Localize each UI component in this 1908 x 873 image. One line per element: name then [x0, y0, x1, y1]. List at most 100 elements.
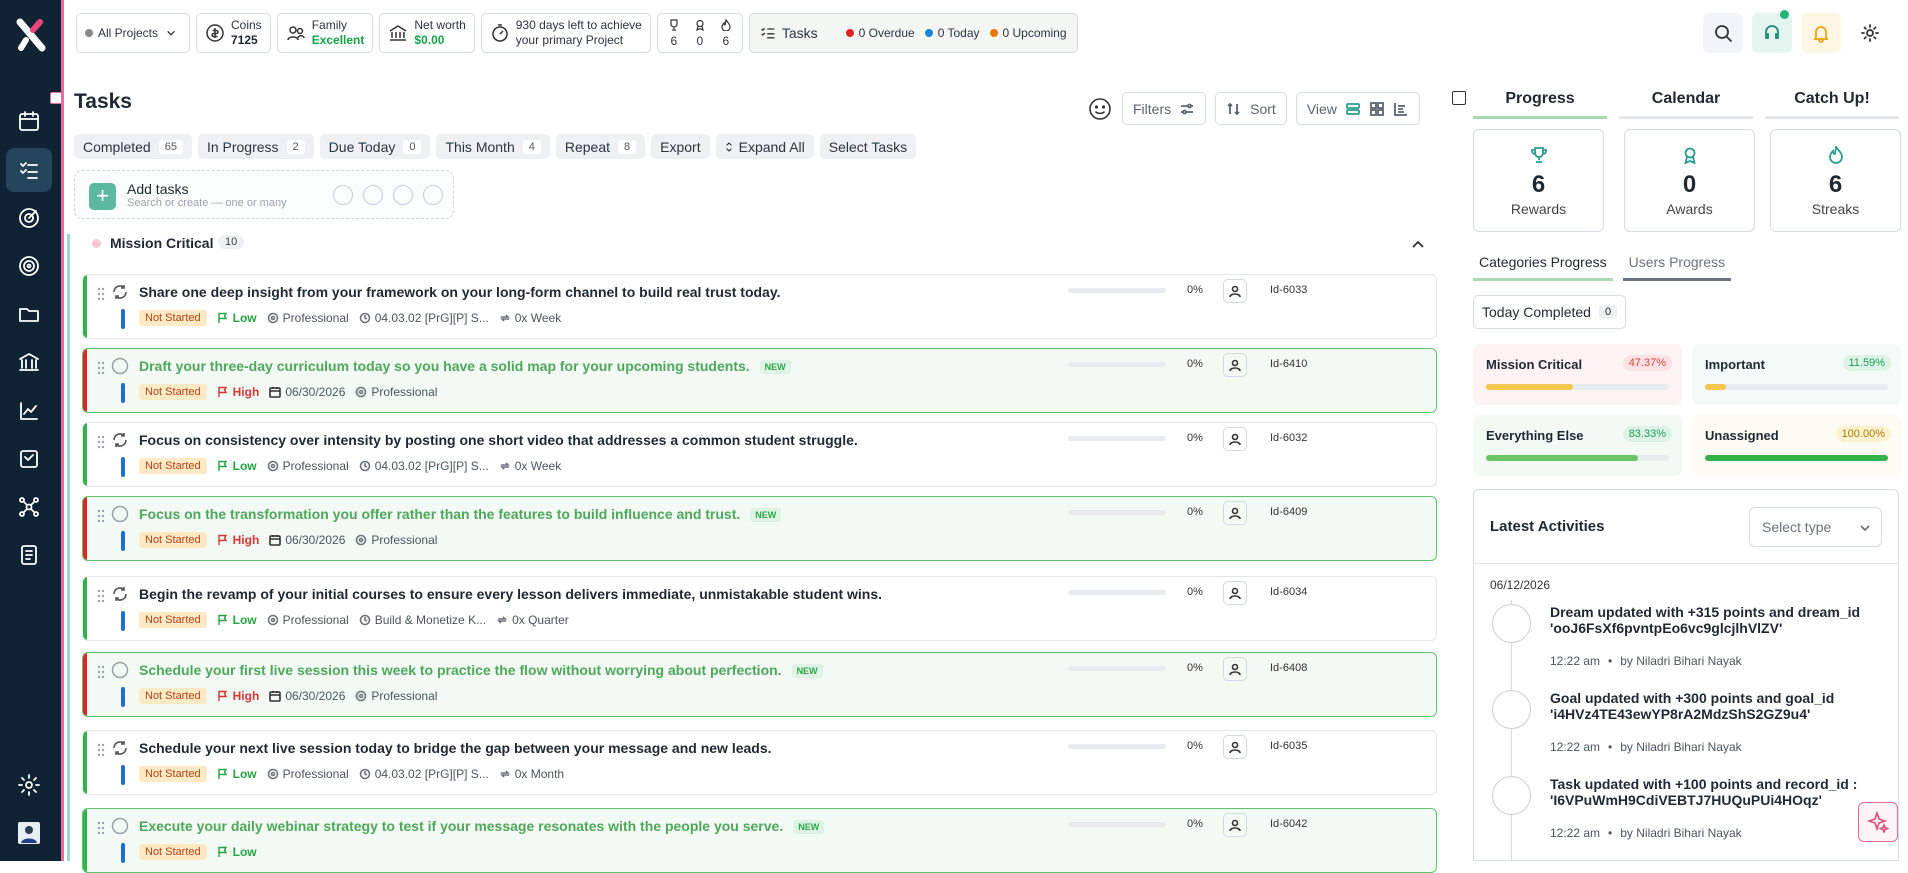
- add-task-box[interactable]: + Add tasks Search or create — one or ma…: [74, 170, 454, 219]
- assign-user-button[interactable]: [1223, 735, 1247, 759]
- activity-type-select[interactable]: Select type: [1749, 507, 1882, 547]
- ai-assistant-button[interactable]: [1858, 802, 1898, 842]
- status-badge[interactable]: Not Started: [139, 384, 207, 400]
- drag-handle-icon[interactable]: [97, 821, 105, 835]
- category-tag[interactable]: Professional: [267, 311, 349, 325]
- drag-handle-icon[interactable]: [97, 743, 105, 757]
- filters-button[interactable]: Filters: [1122, 92, 1207, 125]
- family-widget[interactable]: Family Excellent: [276, 13, 374, 53]
- task-title[interactable]: Execute your daily webinar strategy to t…: [139, 818, 825, 835]
- smiley-icon[interactable]: [1087, 96, 1113, 122]
- category-tag[interactable]: Professional: [267, 459, 349, 473]
- tab-progress[interactable]: Progress: [1473, 90, 1607, 119]
- category-tag[interactable]: Professional: [355, 533, 437, 547]
- priority-badge[interactable]: Low: [217, 845, 257, 859]
- status-badge[interactable]: Not Started: [139, 532, 207, 548]
- theme-toggle-button[interactable]: [1850, 13, 1890, 53]
- list-view-icon[interactable]: [1345, 101, 1361, 117]
- repeat-icon[interactable]: [111, 739, 129, 757]
- activity-text[interactable]: Dream updated with +315 points and dream…: [1550, 604, 1870, 636]
- task-title[interactable]: Schedule your first live session this we…: [139, 662, 823, 679]
- sidebar-collapse-toggle[interactable]: [50, 92, 62, 104]
- drag-handle-icon[interactable]: [97, 665, 105, 679]
- repeat-tag[interactable]: 0x Month: [499, 767, 564, 781]
- coins-widget[interactable]: Coins 7125: [196, 13, 271, 53]
- repeat-icon[interactable]: [111, 283, 129, 301]
- nav-analytics[interactable]: [6, 389, 52, 433]
- group-header[interactable]: Mission Critical 10: [92, 234, 1428, 262]
- assign-user-button[interactable]: [1223, 501, 1247, 525]
- category-card[interactable]: Mission Critical 47.37%: [1473, 344, 1682, 405]
- search-button[interactable]: [1703, 13, 1743, 53]
- priority-badge[interactable]: High: [217, 385, 259, 399]
- nav-network[interactable]: [6, 485, 52, 529]
- task-title[interactable]: Draft your three-day curriculum today so…: [139, 358, 791, 375]
- chip-completed[interactable]: Completed 65: [74, 134, 192, 159]
- chip-due-today[interactable]: Due Today 0: [319, 134, 431, 159]
- calendar-icon[interactable]: [333, 185, 353, 205]
- due-date[interactable]: 06/30/2026: [269, 385, 345, 399]
- expand-all-button[interactable]: Expand All: [715, 134, 814, 159]
- drag-handle-icon[interactable]: [97, 287, 105, 301]
- category-tag[interactable]: Professional: [267, 767, 349, 781]
- category-tag[interactable]: Professional: [355, 385, 437, 399]
- category-card[interactable]: Everything Else 83.33%: [1473, 415, 1682, 476]
- status-badge[interactable]: Not Started: [139, 612, 207, 628]
- awards-card[interactable]: 0 Awards: [1624, 129, 1755, 232]
- project-tag[interactable]: Build & Monetize K...: [359, 613, 486, 627]
- nav-folders[interactable]: [6, 292, 52, 336]
- notifications-button[interactable]: [1801, 13, 1841, 53]
- nav-settings[interactable]: [6, 763, 52, 807]
- category-card[interactable]: Unassigned 100.00%: [1692, 415, 1901, 476]
- clear-icon[interactable]: [423, 185, 443, 205]
- complete-circle-icon[interactable]: [111, 357, 129, 375]
- category-tag[interactable]: Professional: [267, 613, 349, 627]
- due-date[interactable]: 06/30/2026: [269, 533, 345, 547]
- nav-documents[interactable]: [6, 437, 52, 481]
- chip-repeat[interactable]: Repeat 8: [555, 134, 646, 159]
- repeat-tag[interactable]: 0x Quarter: [496, 613, 569, 627]
- sort-button[interactable]: Sort: [1215, 92, 1287, 125]
- assign-user-button[interactable]: [1223, 353, 1247, 377]
- nav-targets[interactable]: [6, 244, 52, 288]
- layers-icon[interactable]: [363, 185, 383, 205]
- app-logo-icon[interactable]: [16, 18, 46, 52]
- priority-badge[interactable]: Low: [217, 613, 257, 627]
- grid-view-icon[interactable]: [1369, 101, 1385, 117]
- assign-user-button[interactable]: [1223, 427, 1247, 451]
- status-badge[interactable]: Not Started: [139, 766, 207, 782]
- nav-profile[interactable]: [6, 811, 52, 855]
- rewards-card[interactable]: 6 Rewards: [1473, 129, 1604, 232]
- today-completed-chip[interactable]: Today Completed 0: [1473, 295, 1627, 329]
- status-badge[interactable]: Not Started: [139, 844, 207, 860]
- view-switcher[interactable]: View: [1295, 92, 1420, 125]
- task-title[interactable]: Begin the revamp of your initial courses…: [139, 586, 882, 602]
- priority-badge[interactable]: High: [217, 689, 259, 703]
- repeat-icon[interactable]: [111, 431, 129, 449]
- tasks-summary-widget[interactable]: Tasks 0 Overdue 0 Today 0 Upcoming: [748, 13, 1078, 53]
- complete-circle-icon[interactable]: [111, 817, 129, 835]
- streaks-card[interactable]: 6 Streaks: [1770, 129, 1901, 232]
- tab-users-progress[interactable]: Users Progress: [1622, 254, 1732, 281]
- task-row[interactable]: Schedule your first live session this we…: [82, 652, 1437, 717]
- task-title[interactable]: Schedule your next live session today to…: [139, 740, 772, 756]
- networth-widget[interactable]: Net worth $0.00: [379, 13, 475, 53]
- repeat-tag[interactable]: 0x Week: [499, 459, 561, 473]
- drag-handle-icon[interactable]: [97, 589, 105, 603]
- select-tasks-button[interactable]: Select Tasks: [819, 134, 917, 159]
- due-date[interactable]: 06/30/2026: [269, 689, 345, 703]
- countdown-widget[interactable]: 930 days left to achieve your primary Pro…: [480, 13, 651, 53]
- drag-handle-icon[interactable]: [97, 361, 105, 375]
- activity-text[interactable]: Task updated with +100 points and record…: [1550, 776, 1870, 808]
- flag-icon[interactable]: [393, 185, 413, 205]
- status-badge[interactable]: Not Started: [139, 458, 207, 474]
- repeat-icon[interactable]: [111, 585, 129, 603]
- drag-handle-icon[interactable]: [97, 509, 105, 523]
- nav-finance[interactable]: [6, 340, 52, 384]
- assign-user-button[interactable]: [1223, 279, 1247, 303]
- chevron-up-icon[interactable]: [1408, 234, 1428, 254]
- priority-badge[interactable]: Low: [217, 767, 257, 781]
- complete-circle-icon[interactable]: [111, 505, 129, 523]
- achievements-mini-widget[interactable]: 6 0 6: [656, 13, 743, 53]
- task-row[interactable]: Schedule your next live session today to…: [82, 730, 1437, 795]
